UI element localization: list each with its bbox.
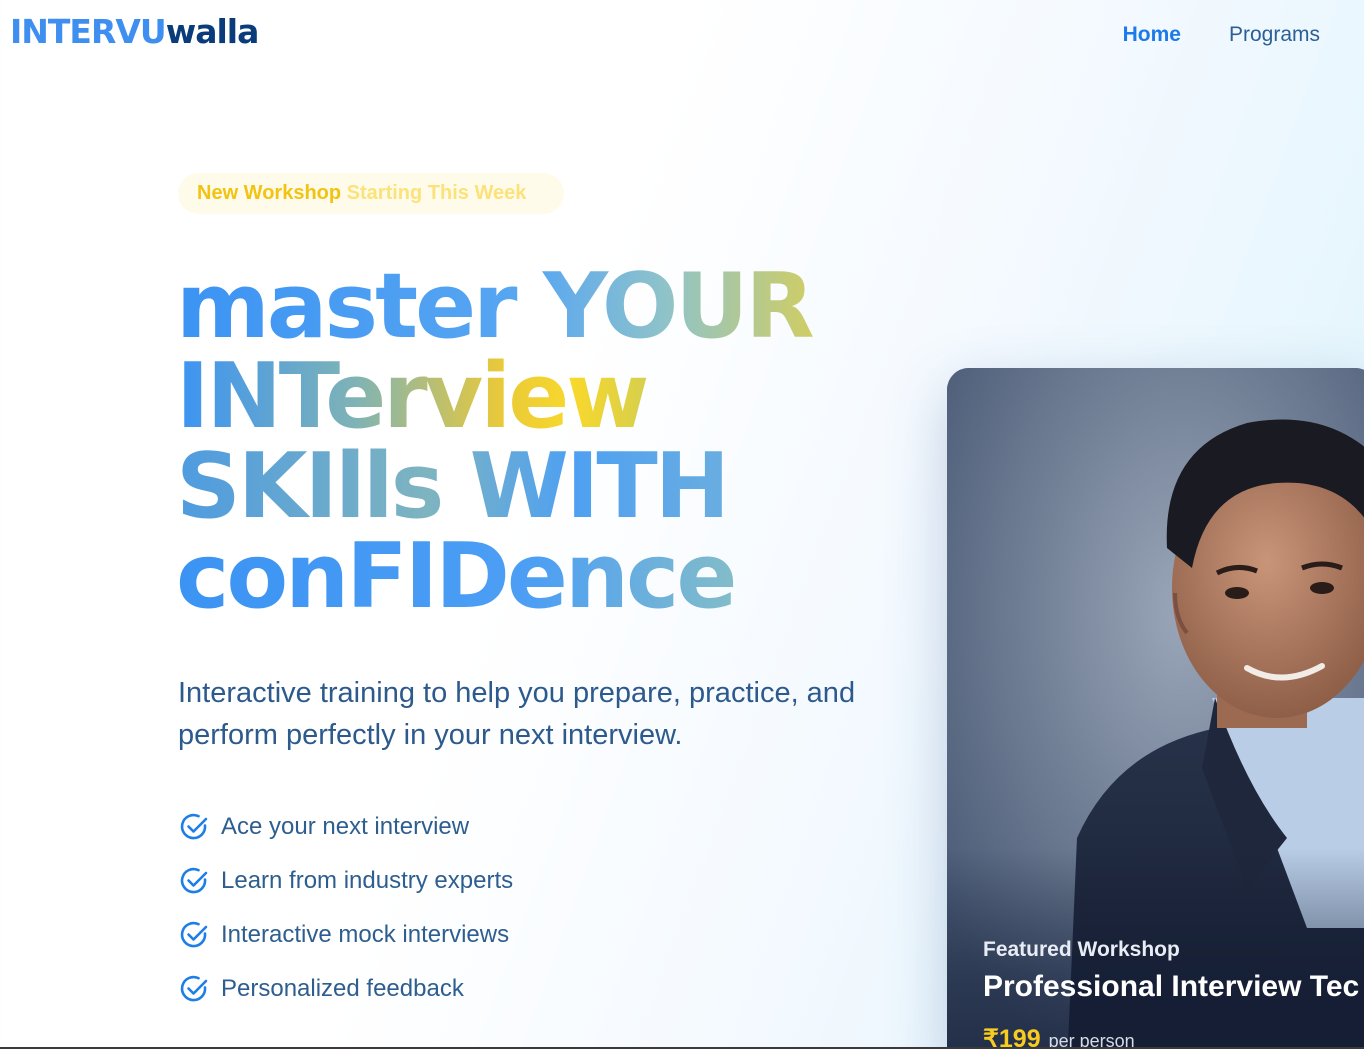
- feature-item: Ace your next interview: [178, 800, 513, 854]
- card-title: Professional Interview Tec: [983, 970, 1360, 1003]
- card-price: ₹199 per person: [983, 1024, 1135, 1049]
- headline-line-4: conFIDence: [176, 532, 896, 622]
- headline-line-2: INTerview: [176, 352, 896, 442]
- main-nav: Home Programs: [1123, 22, 1320, 48]
- feature-item: Interactive mock interviews: [178, 908, 513, 962]
- hero-headline: master YOUR INTerview SKIlls WITH conFID…: [176, 262, 896, 622]
- nav-programs[interactable]: Programs: [1229, 22, 1320, 48]
- badge-text: Starting This Week: [346, 182, 527, 204]
- feature-list: Ace your next interview Learn from indus…: [178, 800, 513, 1016]
- feature-text: Ace your next interview: [221, 813, 470, 840]
- headline-line-1: master YOUR: [176, 262, 896, 352]
- logo-part-2: walla: [165, 12, 260, 51]
- badge-highlight: New Workshop: [197, 182, 342, 204]
- site-header: INTERVUwalla Home Programs: [0, 0, 1364, 70]
- logo[interactable]: INTERVUwalla: [10, 10, 260, 54]
- nav-home[interactable]: Home: [1123, 22, 1181, 48]
- check-circle-icon: [180, 813, 208, 840]
- hero-subtitle: Interactive training to help you prepare…: [178, 677, 856, 751]
- check-circle-icon: [180, 921, 208, 948]
- feature-text: Personalized feedback: [221, 975, 464, 1002]
- feature-item: Learn from industry experts: [178, 854, 513, 908]
- check-circle-icon: [180, 975, 208, 1002]
- logo-part-1: INTERVU: [10, 12, 167, 51]
- new-workshop-badge: New Workshop Starting This Week: [178, 173, 564, 214]
- check-circle-icon: [180, 867, 208, 894]
- feature-text: Interactive mock interviews: [221, 921, 510, 948]
- feature-item: Personalized feedback: [178, 962, 513, 1016]
- price-amount: ₹199: [983, 1025, 1041, 1049]
- featured-workshop-card[interactable]: Featured Workshop Professional Interview…: [947, 368, 1364, 1049]
- headline-line-3: SKIlls WITH: [176, 442, 896, 532]
- feature-text: Learn from industry experts: [221, 867, 514, 894]
- card-label: Featured Workshop: [983, 938, 1180, 961]
